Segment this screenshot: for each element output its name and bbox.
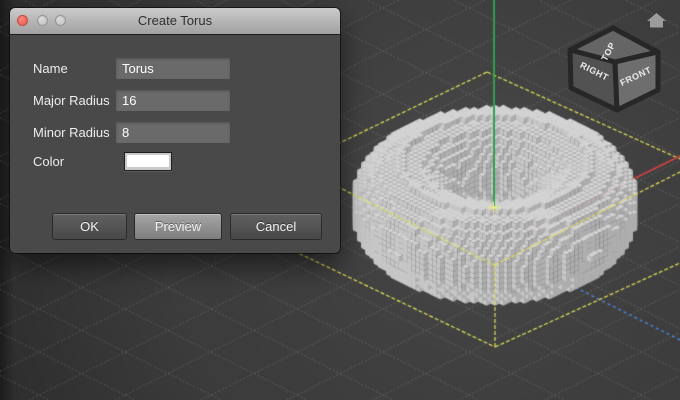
voxel-editor-window: TOP RIGHT FRONT Create Torus Name Major … (0, 0, 680, 400)
home-icon[interactable] (647, 13, 666, 28)
major-radius-label: Major Radius (33, 90, 110, 111)
major-radius-input[interactable] (116, 90, 230, 111)
minor-radius-label: Minor Radius (33, 122, 110, 143)
color-swatch-fill (127, 155, 169, 167)
dialog-titlebar[interactable]: Create Torus (10, 8, 340, 35)
minor-radius-input[interactable] (116, 122, 230, 143)
ok-button[interactable]: OK (52, 213, 127, 240)
name-input[interactable] (116, 58, 230, 79)
dialog-title: Create Torus (10, 8, 340, 34)
preview-button[interactable]: Preview (134, 213, 222, 240)
color-swatch[interactable] (124, 152, 172, 171)
create-torus-dialog: Create Torus Name Major Radius Minor Rad… (10, 8, 340, 253)
cancel-button[interactable]: Cancel (230, 213, 322, 240)
color-label: Color (33, 151, 64, 172)
name-label: Name (33, 58, 68, 79)
